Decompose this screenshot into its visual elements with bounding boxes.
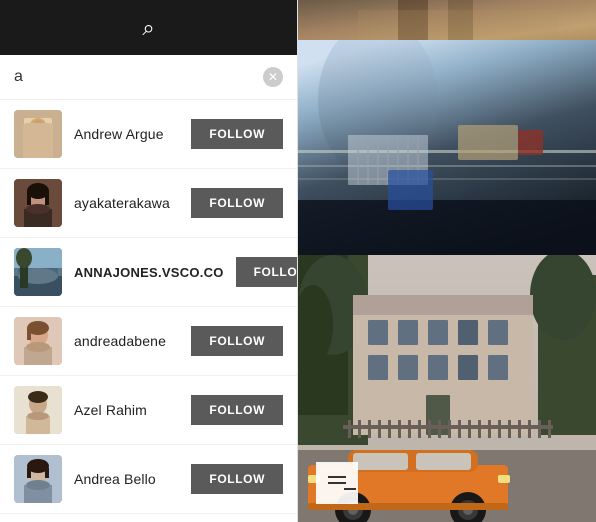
avatar (14, 179, 62, 227)
avatar (14, 317, 62, 365)
user-name: andreadabene (74, 333, 179, 349)
follow-button[interactable]: FOLLOW (191, 395, 283, 425)
photo-middle (298, 40, 596, 255)
avatar (14, 455, 62, 503)
user-name: Andrea Bello (74, 471, 179, 487)
user-list: Andrew Argue FOLLOW ayakaterakawa FOLLOW (0, 100, 297, 522)
user-name: ANNAJONES.VSCO.CO (74, 265, 224, 280)
right-panel (298, 0, 596, 522)
list-item: Azel Rahim FOLLOW (0, 376, 297, 445)
user-name: ayakaterakawa (74, 195, 179, 211)
search-icon: ⌕ (142, 15, 154, 41)
search-bar: ✕ (0, 55, 297, 100)
clear-icon[interactable]: ✕ (263, 67, 283, 87)
follow-button[interactable]: FOLLOW (191, 464, 283, 494)
menu-icon-line2 (328, 482, 346, 484)
photo-top (298, 0, 596, 40)
follow-button[interactable]: FOLLOW (191, 326, 283, 356)
follow-button[interactable]: FOLLOW (191, 188, 283, 218)
avatar (14, 248, 62, 296)
app-header: ⌕ (0, 0, 297, 55)
user-name: Azel Rahim (74, 402, 179, 418)
search-input[interactable] (14, 68, 263, 86)
list-item: ayakaterakawa FOLLOW (0, 169, 297, 238)
menu-icon-line1 (328, 476, 346, 478)
menu-button[interactable] (316, 462, 358, 504)
follow-button[interactable]: FOLLOW (191, 119, 283, 149)
left-panel: ⌕ ✕ Andrew Argue FOLLOW (0, 0, 298, 522)
follow-button[interactable]: FOLLOW (236, 257, 297, 287)
menu-icon-line3 (344, 488, 356, 490)
list-item: andreadabene FOLLOW (0, 307, 297, 376)
avatar (14, 386, 62, 434)
list-item: Andrea Bello FOLLOW (0, 445, 297, 514)
avatar (14, 110, 62, 158)
photo-bottom (298, 255, 596, 522)
list-item: Andrew Argue FOLLOW (0, 100, 297, 169)
user-name: Andrew Argue (74, 126, 179, 142)
list-item: ANNAJONES.VSCO.CO FOLLOW (0, 238, 297, 307)
